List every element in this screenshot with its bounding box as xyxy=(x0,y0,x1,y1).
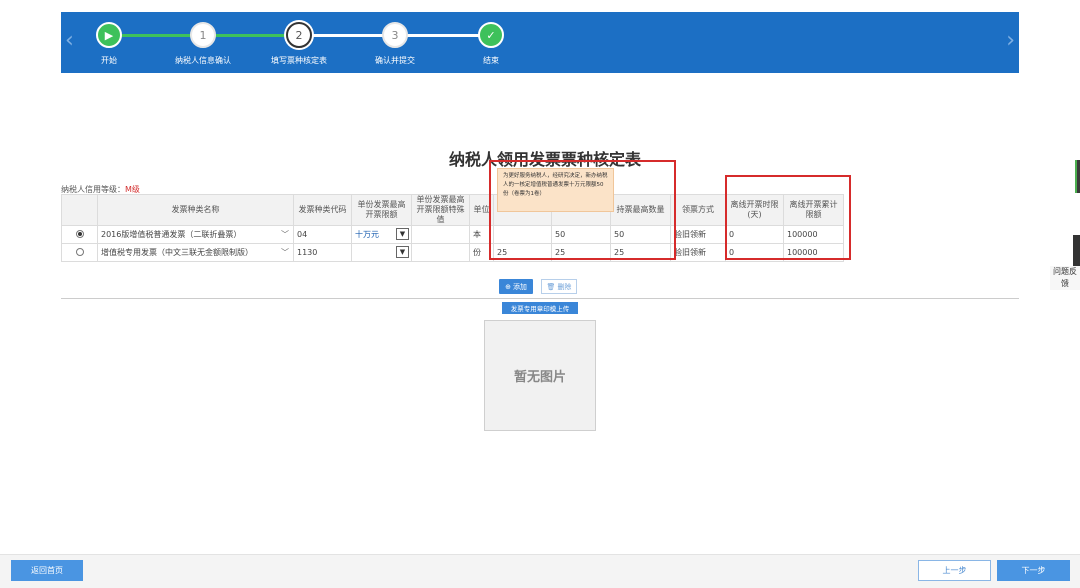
invoice-name-value: 增值税专用发票（中文三联无金额限制版） xyxy=(101,248,253,257)
credit-label: 纳税人信用等级： xyxy=(61,185,125,194)
side-scroll-handle[interactable] xyxy=(1073,235,1080,268)
step-start-marker: ▶ xyxy=(96,22,122,48)
step-connector xyxy=(395,34,491,37)
prev-step-button[interactable]: 上一步 xyxy=(918,560,991,581)
step-start-label: 开始 xyxy=(101,56,117,65)
max-limit-select[interactable]: 十万元 ▼ xyxy=(351,225,412,244)
step-1-label: 纳税人信息确认 xyxy=(175,56,231,65)
method-cell: 验旧领新 xyxy=(670,225,726,244)
step-end-marker: ✓ xyxy=(478,22,504,48)
invoice-code-cell: 04 xyxy=(293,225,352,244)
chevron-right-icon[interactable]: › xyxy=(1006,30,1015,52)
col-select xyxy=(61,194,98,226)
delete-button[interactable]: 🗑 删除 xyxy=(541,279,577,294)
row-radio-cell[interactable] xyxy=(61,243,98,262)
side-scroll-tab[interactable] xyxy=(1075,160,1080,193)
special-limit-cell[interactable] xyxy=(411,243,470,262)
seal-upload-button[interactable]: 发票专用章印模上传 xyxy=(502,302,578,314)
col-max-limit-special: 单份发票最高开票限额特殊值 xyxy=(411,194,470,226)
step-1-marker: 1 xyxy=(190,22,216,48)
method-cell: 验旧领新 xyxy=(670,243,726,262)
step-2-label: 填写票种核定表 xyxy=(271,56,327,65)
highlight-box-quantity xyxy=(489,160,676,260)
max-limit-select[interactable]: ▼ xyxy=(351,243,412,262)
no-image-text: 暂无图片 xyxy=(513,370,566,385)
step-end-label: 结束 xyxy=(483,56,499,65)
step-3-marker: 3 xyxy=(382,22,408,48)
invoice-name-select[interactable]: 增值税专用发票（中文三联无金额限制版） ﹀ xyxy=(97,243,294,262)
step-connector xyxy=(203,34,299,37)
step-connector xyxy=(299,34,395,37)
trash-icon: 🗑 xyxy=(546,282,556,291)
invoice-name-select[interactable]: 2016版增值税普通发票（二联折叠票） ﹀ xyxy=(97,225,294,244)
step-connector xyxy=(109,34,203,37)
invoice-code-cell: 1130 xyxy=(293,243,352,262)
row-radio-cell[interactable] xyxy=(61,225,98,244)
col-invoice-name: 发票种类名称 xyxy=(97,194,294,226)
back-home-button[interactable]: 返回首页 xyxy=(11,560,83,581)
step-2-marker: 2 xyxy=(286,22,312,48)
row-radio[interactable] xyxy=(76,247,84,256)
image-placeholder: 暂无图片 xyxy=(484,320,596,431)
invoice-name-value: 2016版增值税普通发票（二联折叠票） xyxy=(101,230,242,239)
chevron-left-icon[interactable]: ‹ xyxy=(65,30,74,52)
next-step-button[interactable]: 下一步 xyxy=(997,560,1070,581)
feedback-button[interactable]: 问题反馈 xyxy=(1050,266,1080,290)
chevron-down-icon: ﹀ xyxy=(281,230,289,239)
credit-value: M级 xyxy=(125,185,140,194)
col-invoice-code: 发票种类代码 xyxy=(293,194,352,226)
plus-icon: ⊕ xyxy=(505,282,511,291)
add-button[interactable]: ⊕ 添加 xyxy=(499,279,533,294)
dropdown-arrow-icon[interactable]: ▼ xyxy=(396,246,409,258)
col-method: 领票方式 xyxy=(670,194,726,226)
chevron-down-icon: ﹀ xyxy=(281,248,289,257)
dropdown-arrow-icon[interactable]: ▼ xyxy=(396,228,409,240)
section-divider xyxy=(61,298,1019,299)
row-radio[interactable] xyxy=(76,229,84,238)
progress-stepper: ‹ › ▶ 1 2 3 ✓ 开始 纳税人信息确认 填写票种核定表 确认并提交 结… xyxy=(61,12,1019,73)
step-3-label: 确认并提交 xyxy=(375,56,415,65)
add-label: 添加 xyxy=(512,282,527,291)
highlight-box-offline xyxy=(725,175,851,260)
delete-label: 删除 xyxy=(557,282,572,291)
special-limit-cell[interactable] xyxy=(411,225,470,244)
col-max-limit: 单份发票最高开票限额 xyxy=(351,194,412,226)
max-limit-value: 十万元 xyxy=(355,230,379,239)
